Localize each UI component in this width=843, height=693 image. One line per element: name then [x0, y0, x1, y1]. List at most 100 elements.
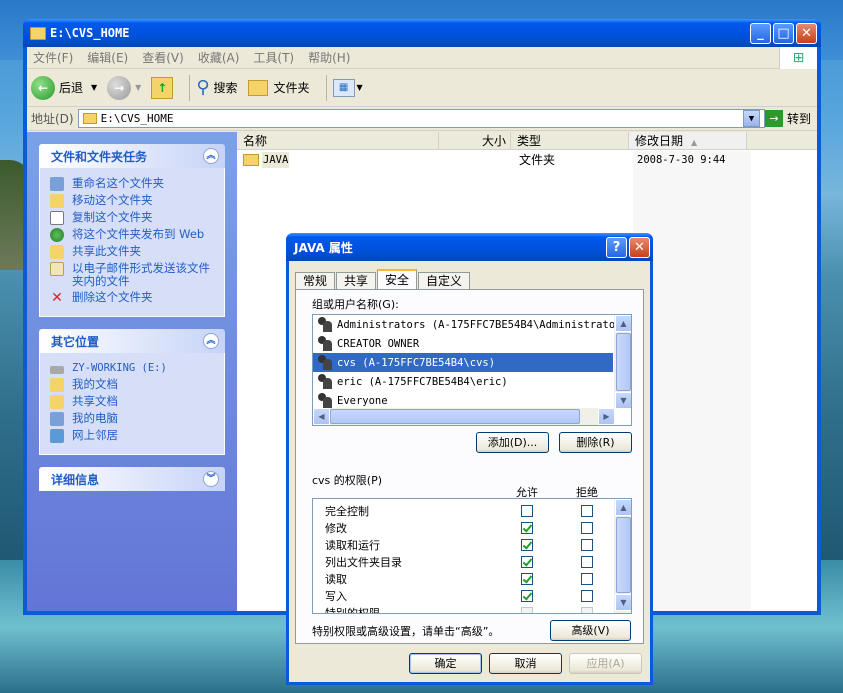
goto-button[interactable]: → 转到 [764, 110, 811, 127]
perm-name: 修改 [325, 521, 347, 535]
user-row-selected[interactable]: cvs (A-175FFC7BE54B4\cvs) [313, 353, 613, 372]
user-row[interactable]: CREATOR OWNER [313, 334, 631, 353]
menu-edit[interactable]: 编辑(E) [87, 49, 128, 66]
scroll-down-icon[interactable]: ▼ [615, 392, 631, 409]
scroll-up-icon[interactable]: ▲ [615, 315, 631, 332]
col-modified[interactable]: 修改日期 ▲ [629, 132, 747, 149]
scroll-thumb[interactable] [616, 517, 631, 593]
task-share[interactable]: 共享此文件夹 [50, 245, 214, 259]
allow-checkbox[interactable] [521, 572, 533, 585]
my-documents-icon [50, 378, 64, 392]
task-email[interactable]: 以电子邮件形式发送该文件夹内的文件 [50, 262, 214, 288]
allow-checkbox[interactable] [521, 538, 533, 551]
folder-icon [82, 113, 97, 124]
dialog-titlebar[interactable]: JAVA 属性 ? ✕ [286, 233, 653, 261]
users-vscroll[interactable]: ▲ ▼ [614, 315, 631, 409]
col-name[interactable]: 名称 [237, 132, 439, 149]
collapse-icon[interactable]: ︽ [203, 148, 219, 164]
perm-row: 完全控制 [313, 502, 631, 519]
other-places-header[interactable]: 其它位置 ︽ [39, 329, 225, 353]
allow-checkbox[interactable] [521, 504, 533, 517]
file-modified: 2008-7-30 9:44 [637, 154, 726, 166]
task-copy[interactable]: 复制这个文件夹 [50, 211, 214, 225]
expand-icon[interactable]: ︾ [203, 471, 219, 487]
place-network[interactable]: 网上邻居 [50, 429, 214, 443]
maximize-button[interactable]: □ [773, 22, 794, 44]
menu-help[interactable]: 帮助(H) [308, 49, 350, 66]
address-dropdown-button[interactable]: ▼ [742, 110, 760, 127]
users-hscroll[interactable]: ◀ ▶ [313, 408, 615, 425]
ok-button[interactable]: 确定 [409, 653, 482, 674]
advanced-button[interactable]: 高级(V) [550, 620, 631, 641]
collapse-icon[interactable]: ︽ [203, 333, 219, 349]
user-row[interactable]: Administrators (A-175FFC7BE54B4\Administ… [313, 315, 631, 334]
deny-checkbox[interactable] [581, 572, 593, 585]
tab-sharing[interactable]: 共享 [336, 272, 377, 290]
scroll-thumb[interactable] [616, 333, 631, 391]
back-dropdown-icon[interactable]: ▼ [91, 83, 97, 92]
back-button[interactable]: ← 后退 ▼ [31, 75, 97, 100]
place-drive[interactable]: ZY-WORKING (E:) [50, 362, 214, 375]
tab-strip: 常规 共享 安全 自定义 [295, 269, 471, 290]
explorer-titlebar[interactable]: E:\CVS_HOME _ □ ✕ [23, 19, 821, 47]
task-publish-web[interactable]: 将这个文件夹发布到 Web [50, 228, 214, 242]
deny-checkbox[interactable] [581, 555, 593, 568]
dialog-close-button[interactable]: ✕ [629, 236, 650, 258]
permissions-vscroll[interactable]: ▲ ▼ [614, 499, 631, 613]
allow-checkbox[interactable] [521, 589, 533, 602]
search-button[interactable]: ⚲ 搜索 [196, 77, 237, 98]
folders-button[interactable]: 文件夹 [247, 79, 310, 96]
help-button[interactable]: ? [606, 236, 627, 258]
cancel-button[interactable]: 取消 [489, 653, 562, 674]
views-button[interactable]: ▦ ▼ [332, 78, 363, 97]
allow-checkbox[interactable] [521, 521, 533, 534]
perm-name: 完全控制 [325, 504, 369, 518]
apply-button[interactable]: 应用(A) [569, 653, 642, 674]
scroll-thumb[interactable] [330, 409, 580, 424]
deny-checkbox[interactable] [581, 589, 593, 602]
up-button[interactable]: ↑ [151, 76, 174, 99]
add-button[interactable]: 添加(D)... [476, 432, 549, 453]
menu-view[interactable]: 查看(V) [142, 49, 184, 66]
details-header[interactable]: 详细信息 ︾ [39, 467, 225, 491]
menu-tools[interactable]: 工具(T) [253, 49, 294, 66]
minimize-button[interactable]: _ [750, 22, 771, 44]
toolbar-separator [189, 74, 191, 101]
task-move[interactable]: 移动这个文件夹 [50, 194, 214, 208]
perm-row: 读取 [313, 570, 631, 587]
forward-button[interactable]: → ▼ [107, 75, 141, 100]
tab-general[interactable]: 常规 [295, 272, 336, 290]
email-icon [50, 262, 64, 276]
place-shared-documents[interactable]: 共享文档 [50, 395, 214, 409]
address-input[interactable]: E:\CVS_HOME ▼ [77, 109, 765, 128]
place-my-documents[interactable]: 我的文档 [50, 378, 214, 392]
scroll-left-icon[interactable]: ◀ [313, 408, 330, 425]
tab-security[interactable]: 安全 [377, 269, 418, 290]
menu-file[interactable]: 文件(F) [33, 49, 73, 66]
folder-icon [243, 154, 259, 166]
file-row[interactable]: JAVA 文件夹 2008-7-30 9:44 [237, 152, 817, 168]
user-row[interactable]: eric (A-175FFC7BE54B4\eric) [313, 372, 631, 391]
allow-checkbox [521, 606, 533, 613]
col-type[interactable]: 类型 [511, 132, 629, 149]
task-delete[interactable]: ✕ 删除这个文件夹 [50, 291, 214, 306]
remove-button[interactable]: 删除(R) [559, 432, 632, 453]
menu-favorites[interactable]: 收藏(A) [198, 49, 240, 66]
tab-customize[interactable]: 自定义 [418, 272, 471, 290]
users-listbox[interactable]: Administrators (A-175FFC7BE54B4\Administ… [312, 314, 632, 426]
deny-checkbox[interactable] [581, 521, 593, 534]
perm-row: 列出文件夹目录 [313, 553, 631, 570]
deny-checkbox[interactable] [581, 504, 593, 517]
close-button[interactable]: ✕ [796, 22, 817, 44]
task-label: 共享此文件夹 [72, 244, 141, 258]
scroll-right-icon[interactable]: ▶ [598, 408, 615, 425]
col-size[interactable]: 大小 [439, 132, 511, 149]
place-my-computer[interactable]: 我的电脑 [50, 412, 214, 426]
allow-checkbox[interactable] [521, 555, 533, 568]
deny-checkbox[interactable] [581, 538, 593, 551]
file-tasks-header[interactable]: 文件和文件夹任务 ︽ [39, 144, 225, 168]
move-icon [50, 194, 64, 208]
scroll-up-icon[interactable]: ▲ [615, 499, 631, 516]
task-rename[interactable]: 重命名这个文件夹 [50, 177, 214, 191]
scroll-down-icon[interactable]: ▼ [615, 594, 631, 611]
